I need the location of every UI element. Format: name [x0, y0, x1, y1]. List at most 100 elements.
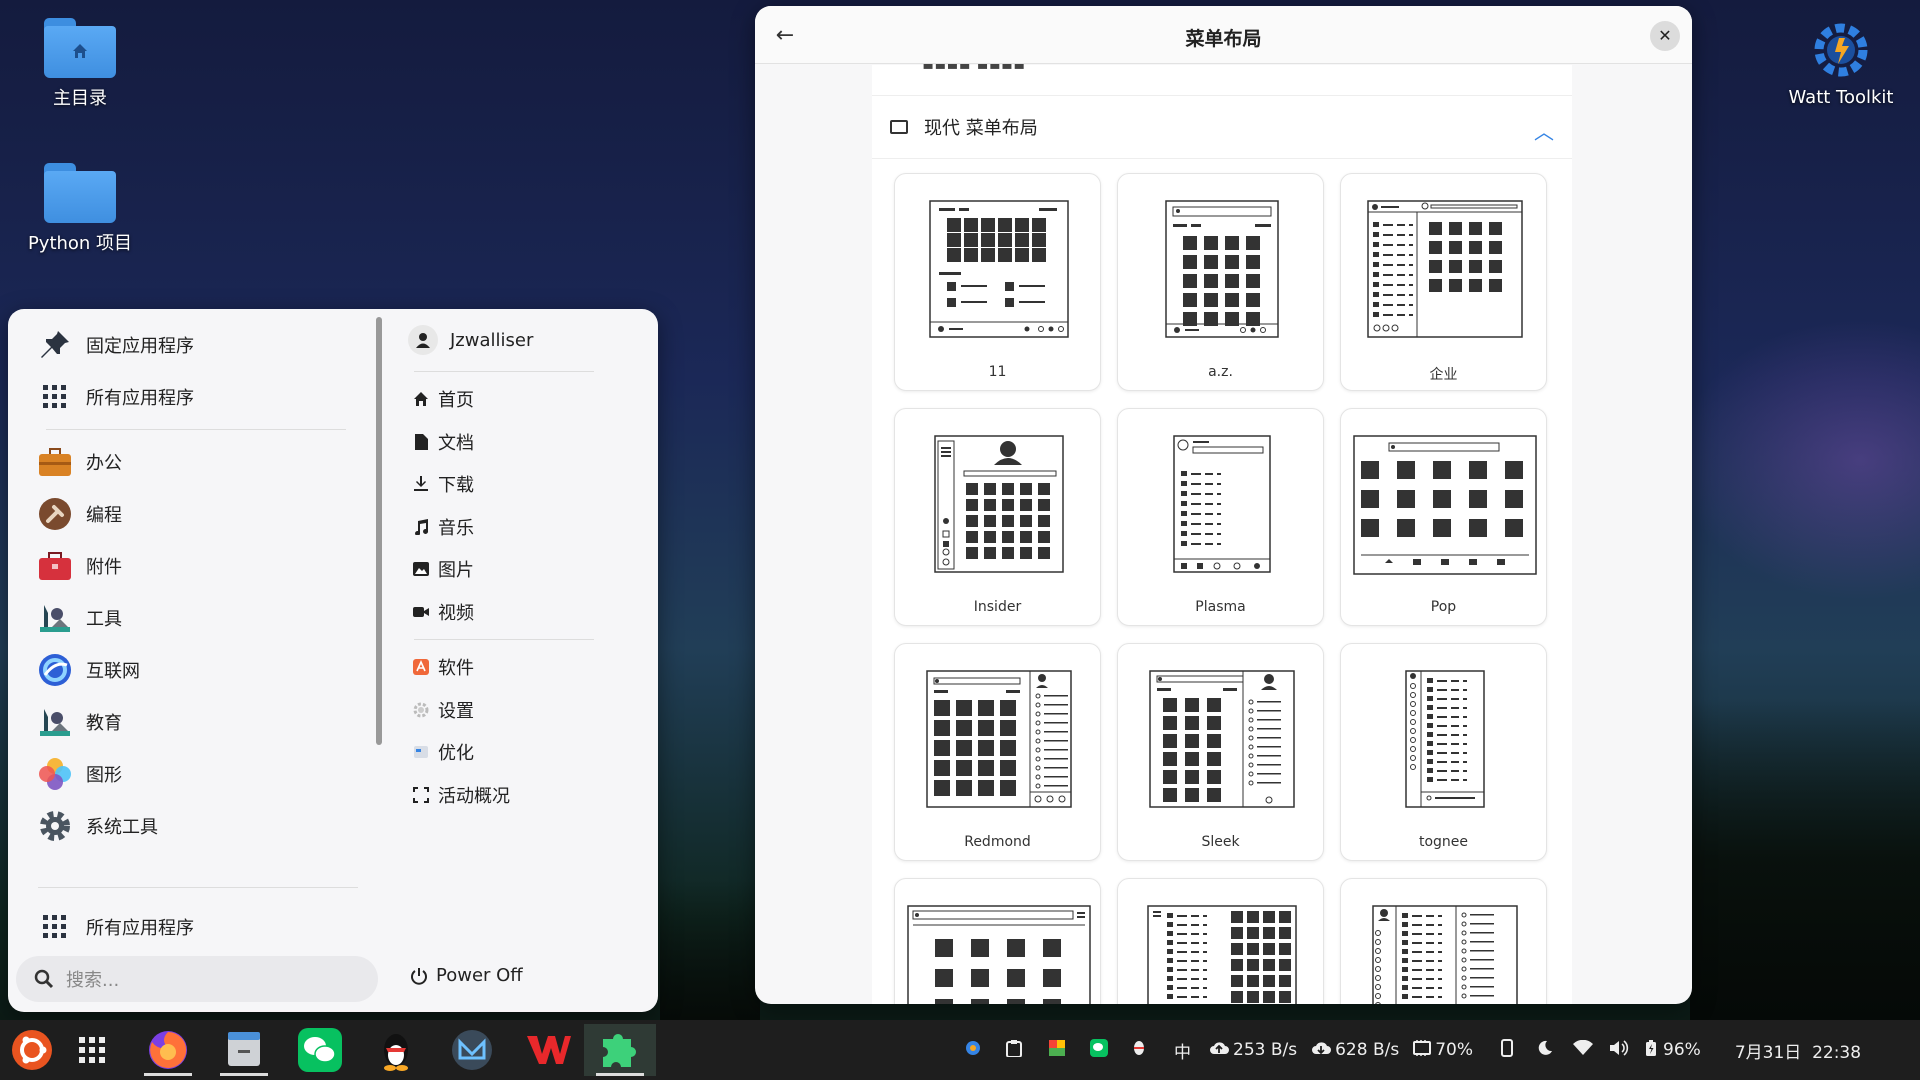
clipboard-icon[interactable]: [1006, 1039, 1026, 1062]
music-icon: [410, 518, 432, 535]
desktop-icon-python-project[interactable]: Python 项目: [10, 163, 150, 255]
system-label: 软件: [438, 658, 474, 680]
menu-item-tools[interactable]: 工具: [22, 592, 362, 644]
taskbar-wps[interactable]: [516, 1024, 580, 1076]
grid-icon: [38, 910, 72, 944]
layout-card-label: Insider: [973, 599, 1022, 615]
layout-preview-image: [929, 200, 1069, 338]
system-software[interactable]: 软件: [408, 646, 638, 689]
search-input[interactable]: 搜索...: [16, 956, 378, 1002]
place-videos[interactable]: 视频: [408, 591, 638, 634]
download-icon: [410, 476, 432, 492]
place-downloads[interactable]: 下载: [408, 463, 638, 506]
layout-card[interactable]: 11: [894, 173, 1101, 391]
volume-icon[interactable]: [1609, 1039, 1631, 1061]
taskbar-mail[interactable]: [440, 1024, 504, 1076]
menu-item-office[interactable]: 办公: [22, 436, 362, 488]
menu-item-programming[interactable]: 编程: [22, 488, 362, 540]
place-pictures[interactable]: 图片: [408, 548, 638, 591]
taskbar-extensions[interactable]: [584, 1024, 656, 1076]
document-icon: [410, 433, 432, 450]
separator: [46, 429, 346, 430]
layout-preview-image: [1165, 200, 1279, 338]
menu-item-label: 互联网: [86, 661, 140, 682]
menu-item-graphics[interactable]: 图形: [22, 748, 362, 800]
ime-indicator[interactable]: 中: [1174, 1038, 1191, 1063]
system-tweaks[interactable]: 优化: [408, 731, 638, 774]
night-light-icon[interactable]: [1537, 1040, 1557, 1061]
dialog-header: ← 菜单布局 ✕: [755, 6, 1692, 64]
place-documents[interactable]: 文档: [408, 421, 638, 464]
watt-toolkit-label: Watt Toolkit: [1788, 87, 1894, 108]
layout-card[interactable]: Plasma: [1117, 408, 1324, 626]
menu-item-education[interactable]: 教育: [22, 696, 362, 748]
taskbar-show-apps[interactable]: [60, 1024, 124, 1076]
battery-icon[interactable]: [1645, 1039, 1657, 1062]
firefox-icon: [149, 1031, 187, 1069]
toolbox-icon: [38, 549, 72, 583]
close-button[interactable]: ✕: [1650, 21, 1680, 51]
place-music[interactable]: 音乐: [408, 506, 638, 549]
power-off-button[interactable]: Power Off: [410, 965, 523, 986]
menu-item-internet[interactable]: 互联网: [22, 644, 362, 696]
avatar-icon: [408, 325, 438, 355]
menu-item-accessories[interactable]: 附件: [22, 540, 362, 592]
menu-item-label: 所有应用程序: [86, 918, 194, 939]
app-indicator-icon[interactable]: [1048, 1039, 1068, 1062]
steam-tool-icon[interactable]: [964, 1039, 984, 1062]
layout-card[interactable]: Pop: [1340, 408, 1547, 626]
taskbar-firefox[interactable]: [136, 1024, 200, 1076]
layout-card[interactable]: 企业: [1340, 173, 1547, 391]
clock[interactable]: 7月31日 22:38: [1735, 1038, 1861, 1063]
menu-item-pinned-apps[interactable]: 固定应用程序: [22, 319, 362, 371]
chevron-up-icon[interactable]: ︿: [1534, 116, 1554, 145]
active-indicator: [596, 1073, 644, 1076]
menu-layout-dialog: ▪▪▪▪ ▪▪▪▪ 现代 菜单布局 ︿ 11a.z.企业InsiderPlasm…: [755, 6, 1692, 1004]
layout-card[interactable]: a.z.: [1117, 173, 1324, 391]
system-activities[interactable]: 活动概况: [408, 774, 638, 817]
place-label: 下载: [438, 475, 474, 497]
layout-card-label: Redmond: [964, 834, 1031, 850]
taskbar-wechat[interactable]: [288, 1024, 352, 1076]
qq-penguin-icon: [384, 1034, 408, 1071]
search-placeholder: 搜索...: [66, 970, 120, 991]
desktop-icon-watt-toolkit[interactable]: Watt Toolkit: [1776, 18, 1906, 108]
layout-preview-image: [926, 670, 1072, 808]
menu-scrollbar[interactable]: [376, 317, 382, 745]
education-icon: [38, 705, 72, 739]
taskbar-app-menu[interactable]: [0, 1024, 64, 1076]
system-settings[interactable]: 设置: [408, 689, 638, 732]
system-label: 设置: [438, 700, 474, 722]
layout-card[interactable]: Insider: [894, 408, 1101, 626]
menu-item-label: 办公: [86, 453, 122, 474]
user-account[interactable]: Jzwalliser: [408, 319, 638, 361]
place-home[interactable]: 首页: [408, 378, 638, 421]
files-icon: [228, 1032, 260, 1066]
power-label: Power Off: [436, 965, 523, 986]
ubuntu-icon: [12, 1030, 52, 1070]
section-header-modern[interactable]: 现代 菜单布局 ︿: [872, 95, 1572, 159]
system-label: 活动概况: [438, 785, 510, 807]
layout-card[interactable]: [1340, 878, 1547, 1004]
layout-card[interactable]: Redmond: [894, 643, 1101, 861]
taskbar-qq[interactable]: [364, 1024, 428, 1076]
phone-icon[interactable]: [1501, 1038, 1521, 1062]
hammer-icon: [38, 497, 72, 531]
wechat-tray-icon[interactable]: [1090, 1038, 1110, 1062]
menu-item-system-tools[interactable]: 系统工具: [22, 800, 362, 852]
layout-card[interactable]: [894, 878, 1101, 1004]
user-name: Jzwalliser: [450, 329, 534, 351]
software-icon: [410, 659, 432, 676]
system-tray: 中 253 B/s 628 B/s 70% 96% 7月31日 22:38: [964, 1020, 1861, 1080]
wifi-icon[interactable]: [1573, 1039, 1595, 1061]
menu-item-all-apps[interactable]: 所有应用程序: [22, 371, 362, 423]
qq-tray-icon[interactable]: [1132, 1039, 1152, 1062]
cpu-usage: 70%: [1435, 1040, 1474, 1060]
desktop-icon-home[interactable]: 主目录: [10, 18, 150, 110]
taskbar-files[interactable]: [212, 1024, 276, 1076]
layout-card[interactable]: Sleek: [1117, 643, 1324, 861]
menu-item-all-apps-bottom[interactable]: 所有应用程序: [22, 901, 362, 953]
layout-card[interactable]: [1117, 878, 1324, 1004]
desktop-icon-label: 主目录: [53, 88, 107, 109]
layout-card[interactable]: tognee: [1340, 643, 1547, 861]
